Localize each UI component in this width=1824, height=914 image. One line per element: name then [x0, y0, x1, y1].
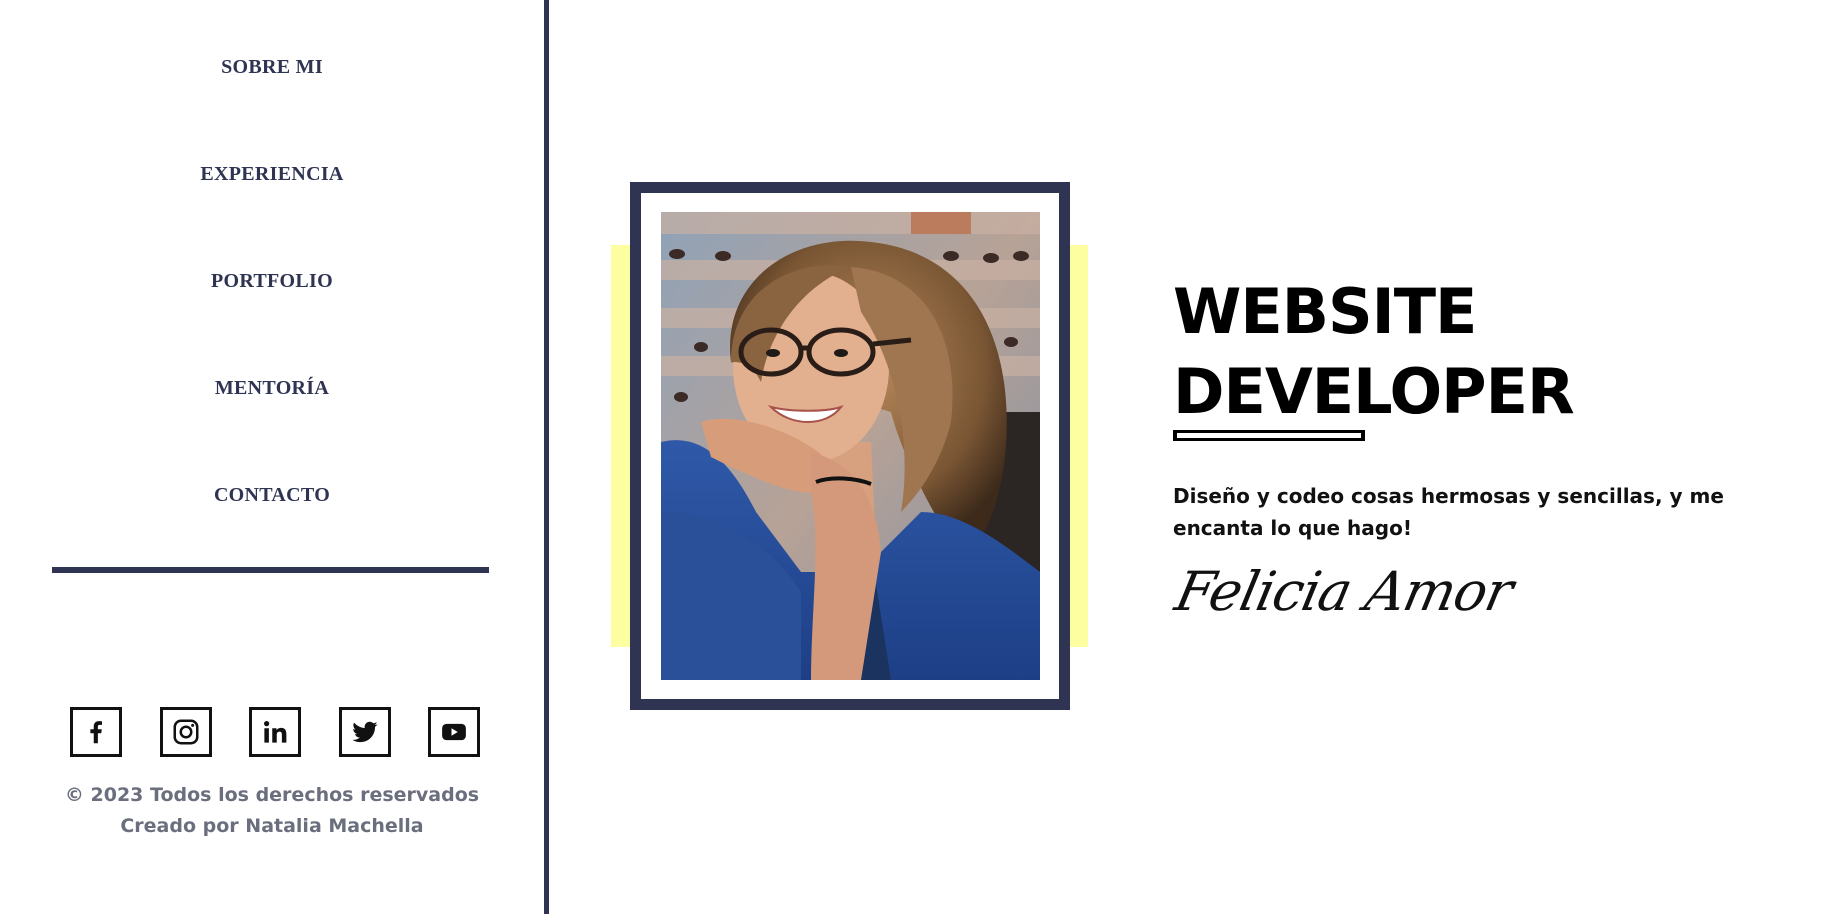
hero-tagline: Diseño y codeo cosas hermosas y sencilla… — [1173, 484, 1724, 540]
nav-item-portfolio[interactable]: PORTFOLIO — [0, 270, 544, 293]
facebook-link[interactable] — [70, 707, 122, 757]
linkedin-link[interactable] — [249, 707, 301, 757]
youtube-link[interactable] — [428, 707, 480, 757]
social-links — [70, 707, 480, 757]
signature: Felicia Amor — [1170, 560, 1518, 623]
footer-copyright: © 2023 Todos los derechos reservados — [64, 784, 480, 806]
sidebar-border — [544, 0, 549, 914]
nav-item-contacto[interactable]: CONTACTO — [0, 484, 544, 507]
instagram-icon — [173, 719, 198, 745]
twitter-icon — [352, 721, 377, 743]
footer-credit: Creado por Natalia Machella — [120, 815, 424, 837]
nav-item-mentoria[interactable]: MENTORÍA — [0, 377, 544, 400]
hero-title-line1: WEBSITE — [1173, 275, 1477, 348]
facebook-icon — [90, 721, 102, 744]
nav-divider — [52, 567, 489, 573]
twitter-link[interactable] — [338, 707, 391, 757]
sidebar: SOBRE MI EXPERIENCIA PORTFOLIO MENTORÍA … — [0, 0, 544, 914]
title-underline — [1173, 430, 1365, 441]
linkedin-icon — [264, 721, 287, 743]
nav-item-sobre-mi[interactable]: SOBRE MI — [0, 56, 544, 79]
instagram-link[interactable] — [159, 707, 212, 757]
nav-item-experiencia[interactable]: EXPERIENCIA — [0, 163, 544, 186]
youtube-icon — [442, 723, 466, 741]
hero-title-line2: DEVELOPER — [1173, 355, 1575, 428]
profile-photo — [661, 212, 1040, 680]
hero-title: WEBSITE DEVELOPER — [1173, 272, 1793, 432]
